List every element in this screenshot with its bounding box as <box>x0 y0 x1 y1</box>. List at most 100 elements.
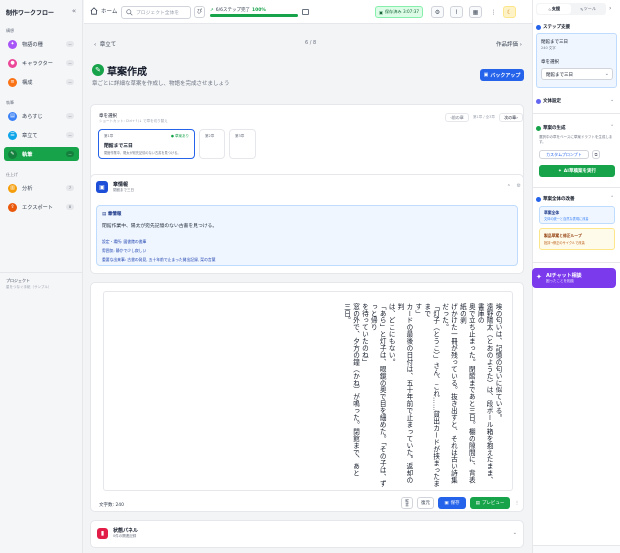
save-icon: ▣ <box>444 500 449 506</box>
app-title: 制作ワークフロー <box>6 10 55 17</box>
chapter-summary-text: 閉館作業中、陽太が宛先記憶のない古書を見つける。 <box>102 224 218 229</box>
vertical-writing-toggle[interactable]: 縦 書 <box>401 497 413 509</box>
sidebar-item-analysis[interactable]: ▥ 分析 7 <box>4 181 79 195</box>
divider <box>533 262 620 263</box>
chapter-summary: 閉館作業中、陽太が宛先記憶のない古書を見つける。 <box>104 151 181 155</box>
run-ai-draft-button[interactable]: ✦ AI草稿案を実行 <box>539 165 615 177</box>
backup-label: バックアップ <box>490 72 521 79</box>
sidebar-item-seed[interactable]: ✦ 物語の種 — <box>4 37 79 51</box>
chapter-info-box-label: 章情報 <box>107 212 122 217</box>
home-button[interactable]: ホーム <box>90 7 117 15</box>
draft-textarea[interactable]: 埃の匂いは、記憶の匂いに似ている。 遠野陽太（とおのようた）は、段ボール箱を抱え… <box>103 291 513 491</box>
chevron-down-icon: ⌄ <box>610 98 614 103</box>
next-chapter-button[interactable]: 次の章 › <box>499 113 523 122</box>
undo-button[interactable]: 復元 <box>417 497 434 509</box>
progress-bar <box>210 14 298 17</box>
theme-toggle-button[interactable]: ☾ <box>503 6 516 18</box>
panel-footer <box>533 545 620 553</box>
sidebar-section-writing: 執筆 <box>6 100 14 105</box>
chapter-card[interactable]: 第2章 <box>199 129 225 159</box>
trend-chart-icon: ⌇ <box>455 8 458 16</box>
sidebar-item-export[interactable]: ⇪ エクスポート 8 <box>4 200 79 214</box>
current-chapter-chars: 240 文字 <box>541 46 556 50</box>
chevron-up-icon[interactable]: ⌃ <box>610 125 614 130</box>
preview-button[interactable]: ▤ プレビュー <box>470 497 510 509</box>
backup-button[interactable]: ▣ バックアップ <box>480 69 524 81</box>
sidebar-item-structure[interactable]: ≡ 構成 — <box>4 75 79 89</box>
more-button[interactable]: ⋮ <box>487 6 500 18</box>
tab-label: ツール <box>583 6 597 11</box>
stats-button[interactable]: ⌇ <box>450 6 463 18</box>
save-button[interactable]: ▣ 保存 <box>438 497 466 509</box>
whole-draft-improve-option[interactable]: 草案全体 文体の統一と自然な表現に改善 <box>539 206 615 224</box>
format-tool-button[interactable]: ぴ <box>194 6 205 18</box>
wand-icon <box>536 196 541 202</box>
lightbulb-icon: ✦ <box>8 39 17 49</box>
saved-status-label: 保存済み 3:07:37 <box>384 9 420 14</box>
people-icon: ● <box>8 58 17 68</box>
chapter-number: 第2章 <box>205 134 215 138</box>
chapter-card[interactable]: 第1章 ● 草案あり 閉館まで三日 閉館作業中、陽太が宛先記憶のない古書を見つけ… <box>98 129 195 159</box>
status-badge: — <box>66 151 74 157</box>
collapse-sidebar-icon[interactable]: « <box>70 7 78 15</box>
chapter-card[interactable]: 第3章 <box>229 129 256 159</box>
custom-prompt-button[interactable]: カスタムプロンプト <box>539 150 589 159</box>
workflow-sidebar: 制作ワークフロー « 構想 ✦ 物語の種 — ● キャラクター — ≡ 構成 —… <box>0 0 83 553</box>
chevron-up-icon[interactable]: ⌃ <box>507 184 511 190</box>
step-support-box: 閉館まで三日 240 文字 章を選択 閉館まで三日 ⌄ <box>536 33 617 88</box>
next-step-button[interactable]: 作品評価 › <box>496 40 522 48</box>
prev-chapter-button[interactable]: ‹ 前の章 <box>445 113 469 122</box>
style-settings-title: 文体設定 <box>543 99 561 104</box>
chapter-info-box-title: ▤ 章情報 <box>102 212 122 217</box>
sidebar-item-chapters[interactable]: ☰ 章立て — <box>4 128 79 142</box>
sparkle-icon <box>536 125 541 131</box>
status-panel[interactable]: ▮ 状態パネル 0件の関連記録 ⌄ <box>90 520 524 548</box>
export-icon: ⇪ <box>8 202 17 212</box>
chat-icon: ✦ <box>536 273 542 281</box>
list-icon: ▦ <box>472 8 479 16</box>
chapter-number: 第3章 <box>235 134 245 138</box>
preview-label: プレビュー <box>481 501 505 506</box>
revise-loop-option[interactable]: 製品草案と修正ループ 批評→修正のサイクルで改善 <box>539 228 615 250</box>
search-icon <box>126 9 133 16</box>
draft-text: 埃の匂いは、記憶の匂いに似ている。 遠野陽太（とおのようた）は、段ボール箱を抱え… <box>342 303 502 488</box>
divider <box>533 187 620 188</box>
step-support-section: ステップ支援 <box>536 24 617 30</box>
project-name: 星をつなぐ手紙（サンプル） <box>6 285 52 289</box>
gear-icon[interactable]: ⚙ <box>517 183 521 189</box>
option-desc: 批評→修正のサイクルで改善 <box>544 241 585 245</box>
more-vertical-icon: ⋮ <box>514 500 520 506</box>
whole-improve-header: 草案全体の改善 <box>536 196 617 202</box>
tab-support[interactable]: ☆ 支援 <box>537 4 571 14</box>
sidebar-item-synopsis[interactable]: ▤ あらすじ — <box>4 109 79 123</box>
bookmark-icon: ▮ <box>97 528 108 539</box>
collapse-panel-icon[interactable]: › <box>609 5 611 12</box>
prev-step-button[interactable]: ‹ 章立て <box>94 40 116 48</box>
chapter-info-panel: ▣ 章情報 閉館まで三日 ⌃ ⚙ ▤ 章情報 閉館作業中、陽太が宛先記憶のない古… <box>90 174 524 274</box>
status-badge: 7 <box>66 185 74 191</box>
copy-icon[interactable]: ⧉ <box>592 150 600 159</box>
more-options-button[interactable]: ⋮ <box>514 497 520 509</box>
status-panel-title: 状態パネル <box>113 528 139 534</box>
pen-icon: ✎ <box>92 64 104 76</box>
ai-chat-button[interactable]: ✦ AIチャット相談 困ったことを相談 <box>532 268 616 288</box>
style-settings-section[interactable]: 文体設定 ⌄ <box>536 98 617 104</box>
panel-tabs: ☆ 支援 ✎ ツール <box>536 3 606 15</box>
sidebar-item-characters[interactable]: ● キャラクター — <box>4 56 79 70</box>
search-input[interactable]: プロジェクト全体を <box>121 6 191 19</box>
divider <box>533 113 620 114</box>
whole-improve-section: 草案全体の改善 ⌃ <box>536 196 617 202</box>
chapter-select[interactable]: 閉館まで三日 ⌄ <box>541 68 613 80</box>
sidebar-item-drafting[interactable]: ✎ 執筆 — <box>4 147 79 161</box>
settings-button[interactable]: ⚙ <box>431 6 444 18</box>
list-button[interactable]: ▦ <box>469 6 482 18</box>
chapter-events-line: 重要な出来事: 古書の発見, 五十年前で止まった貸出記録, 栞の言葉 <box>102 257 216 262</box>
sidebar-item-label: 執筆 <box>22 151 33 158</box>
checklist-icon[interactable] <box>302 9 309 15</box>
chart-icon: ▥ <box>8 183 17 193</box>
chevron-up-icon[interactable]: ⌃ <box>610 196 614 201</box>
progress-label: 6/6ステップ完了 <box>215 8 251 13</box>
tab-tools[interactable]: ✎ ツール <box>571 4 605 14</box>
progress-percent: 100% <box>252 7 266 13</box>
sidebar-item-label: 分析 <box>22 185 33 192</box>
